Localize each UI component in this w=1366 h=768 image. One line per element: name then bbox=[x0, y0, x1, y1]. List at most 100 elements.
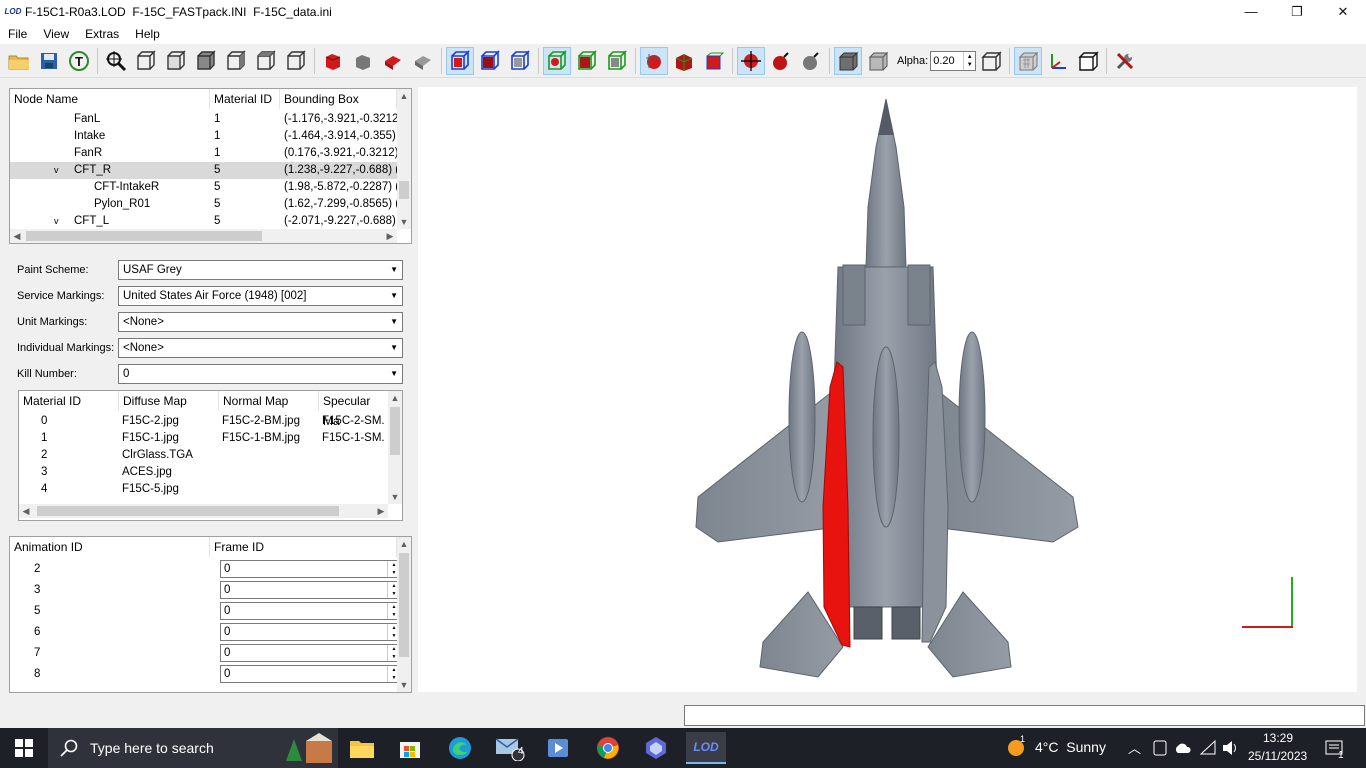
weather-text[interactable]: 4°C Sunny bbox=[1035, 739, 1106, 755]
tree-vertical-scrollbar[interactable]: ▲ ▼ bbox=[397, 89, 411, 229]
chevron-up-icon[interactable]: ︿ bbox=[1128, 738, 1141, 757]
open-folder-icon[interactable] bbox=[5, 47, 33, 75]
scroll-thumb[interactable] bbox=[390, 407, 400, 455]
wireframe-green-icon[interactable] bbox=[603, 47, 631, 75]
column-header-node-name[interactable]: Node Name bbox=[10, 89, 210, 109]
media-player-icon[interactable] bbox=[538, 732, 578, 764]
menu-extras[interactable]: Extras bbox=[77, 27, 127, 41]
wire-box-icon[interactable] bbox=[977, 47, 1005, 75]
table-row[interactable]: 0 F15C-2.jpg F15C-2-BM.jpg F15C-2-SM. bbox=[19, 413, 388, 430]
bounding-frame-icon[interactable] bbox=[1074, 47, 1102, 75]
column-header-frame-id[interactable]: Frame ID bbox=[210, 537, 397, 557]
scroll-thumb[interactable] bbox=[26, 231, 262, 241]
view-bottom-icon[interactable] bbox=[282, 47, 310, 75]
unit-markings-select[interactable]: <None> ▼ bbox=[118, 312, 403, 332]
frame-id-spinbox[interactable]: 0 ▲ ▼ bbox=[220, 665, 401, 683]
frame-id-spinbox[interactable]: 0 ▲ ▼ bbox=[220, 623, 401, 641]
menu-view[interactable]: View bbox=[35, 27, 77, 41]
view-top-icon[interactable] bbox=[252, 47, 280, 75]
tree-row[interactable]: CFT-IntakeR 5 (1.98,-5.872,-0.2287) ( bbox=[10, 179, 397, 196]
tree-row[interactable]: v CFT_L 5 (-2.071,-9.227,-0.688) ( bbox=[10, 213, 397, 227]
view-front-icon[interactable] bbox=[132, 47, 160, 75]
scroll-left-icon[interactable]: ◀ bbox=[10, 229, 24, 243]
save-icon[interactable] bbox=[35, 47, 63, 75]
table-row[interactable]: 3 ACES.jpg bbox=[19, 464, 388, 481]
scroll-right-icon[interactable]: ▶ bbox=[383, 229, 397, 243]
close-button[interactable]: ✕ bbox=[1320, 0, 1366, 23]
kill-number-select[interactable]: 0 ▼ bbox=[118, 364, 403, 384]
column-header-animation-id[interactable]: Animation ID bbox=[10, 537, 210, 557]
column-header-normal-map[interactable]: Normal Map bbox=[219, 391, 319, 411]
scroll-up-icon[interactable]: ▲ bbox=[397, 89, 411, 103]
wireframe-blue-solid-icon[interactable] bbox=[476, 47, 504, 75]
materials-horizontal-scrollbar[interactable]: ◀ ▶ bbox=[19, 504, 388, 518]
menu-help[interactable]: Help bbox=[127, 27, 168, 41]
column-header-specular-map[interactable]: Specular Ma bbox=[319, 391, 389, 428]
frame-id-spinbox[interactable]: 0 ▲ ▼ bbox=[220, 581, 401, 599]
bomb-red-icon[interactable] bbox=[767, 47, 795, 75]
target-icon[interactable] bbox=[737, 46, 765, 75]
tools-icon[interactable] bbox=[1111, 47, 1139, 75]
tree-row[interactable]: FanR 1 (0.176,-3.921,-0.3212) bbox=[10, 145, 397, 162]
minimize-button[interactable]: — bbox=[1228, 0, 1274, 23]
bounding-box-icon[interactable] bbox=[670, 47, 698, 75]
tree-row[interactable]: FanL 1 (-1.176,-3.921,-0.3212) bbox=[10, 111, 397, 128]
wireframe-green-red-icon[interactable] bbox=[543, 46, 571, 75]
paint-scheme-select[interactable]: USAF Grey ▼ bbox=[118, 260, 403, 280]
wireframe-blue-icon[interactable] bbox=[506, 47, 534, 75]
windows-start-icon[interactable] bbox=[4, 732, 44, 764]
frame-id-spinbox[interactable]: 0 ▲ ▼ bbox=[220, 560, 401, 578]
tree-horizontal-scrollbar[interactable]: ◀ ▶ bbox=[10, 229, 397, 243]
view-back-icon[interactable] bbox=[162, 47, 190, 75]
chrome-icon[interactable] bbox=[588, 732, 628, 764]
alpha-spin-arrows[interactable]: ▲ ▼ bbox=[963, 51, 975, 70]
column-header-diffuse-map[interactable]: Diffuse Map bbox=[119, 391, 219, 411]
transparent-box-icon[interactable] bbox=[864, 47, 892, 75]
frame-id-spinbox[interactable]: 0 ▲ ▼ bbox=[220, 644, 401, 662]
alpha-spinbox[interactable]: 0.20 ▲ ▼ bbox=[930, 50, 977, 71]
individual-markings-select[interactable]: <None> ▼ bbox=[118, 338, 403, 358]
expand-chevron-icon[interactable]: v bbox=[54, 162, 59, 179]
scroll-thumb[interactable] bbox=[399, 181, 409, 199]
bounding-sphere-icon[interactable] bbox=[640, 46, 668, 75]
scroll-down-icon[interactable]: ▼ bbox=[388, 490, 402, 504]
scroll-up-icon[interactable]: ▲ bbox=[397, 537, 411, 551]
bomb-grey-icon[interactable] bbox=[797, 47, 825, 75]
scroll-right-icon[interactable]: ▶ bbox=[374, 504, 388, 518]
opaque-box-icon[interactable] bbox=[834, 46, 862, 75]
reload-icon[interactable]: T bbox=[65, 47, 93, 75]
textured-red-icon[interactable] bbox=[379, 47, 407, 75]
clock-date[interactable]: 25/11/2023 bbox=[1248, 749, 1307, 763]
axes-icon[interactable] bbox=[1044, 47, 1072, 75]
frame-id-spinbox[interactable]: 0 ▲ ▼ bbox=[220, 602, 401, 620]
table-row[interactable]: 2 ClrGlass.TGA bbox=[19, 447, 388, 464]
table-row[interactable]: 4 F15C-5.jpg bbox=[19, 481, 388, 498]
textured-grey-icon[interactable] bbox=[409, 47, 437, 75]
wireframe-green-solid-icon[interactable] bbox=[573, 47, 601, 75]
service-markings-select[interactable]: United States Air Force (1948) [002] ▼ bbox=[118, 286, 403, 306]
edge-icon[interactable] bbox=[440, 732, 480, 764]
animation-vertical-scrollbar[interactable]: ▲ ▼ bbox=[397, 537, 411, 692]
wireframe-blue-red-icon[interactable] bbox=[446, 46, 474, 75]
device-icon[interactable] bbox=[1153, 740, 1167, 756]
solid-grey-cube-icon[interactable] bbox=[349, 47, 377, 75]
store-icon[interactable] bbox=[390, 732, 430, 764]
column-header-material-id[interactable]: Material ID bbox=[210, 89, 280, 109]
view-right-icon[interactable] bbox=[222, 47, 250, 75]
view-left-icon[interactable] bbox=[192, 47, 220, 75]
taskbar-search[interactable]: Type here to search bbox=[48, 728, 338, 768]
scroll-thumb[interactable] bbox=[399, 553, 409, 657]
column-header-material-id[interactable]: Material ID bbox=[19, 391, 119, 411]
materials-vertical-scrollbar[interactable]: ▲ ▼ bbox=[388, 391, 402, 504]
scroll-down-icon[interactable]: ▼ bbox=[397, 678, 411, 692]
scroll-thumb[interactable] bbox=[37, 506, 339, 516]
hexagon-app-icon[interactable] bbox=[636, 732, 676, 764]
expand-chevron-icon[interactable]: v bbox=[54, 213, 59, 227]
table-row[interactable]: 1 F15C-1.jpg F15C-1-BM.jpg F15C-1-SM. bbox=[19, 430, 388, 447]
maximize-button[interactable]: ❐ bbox=[1274, 0, 1320, 23]
solid-red-cube-icon[interactable] bbox=[319, 47, 347, 75]
zoom-icon[interactable] bbox=[102, 47, 130, 75]
wifi-icon[interactable] bbox=[1199, 740, 1217, 756]
scroll-down-icon[interactable]: ▼ bbox=[397, 215, 411, 229]
file-explorer-icon[interactable] bbox=[342, 732, 382, 764]
